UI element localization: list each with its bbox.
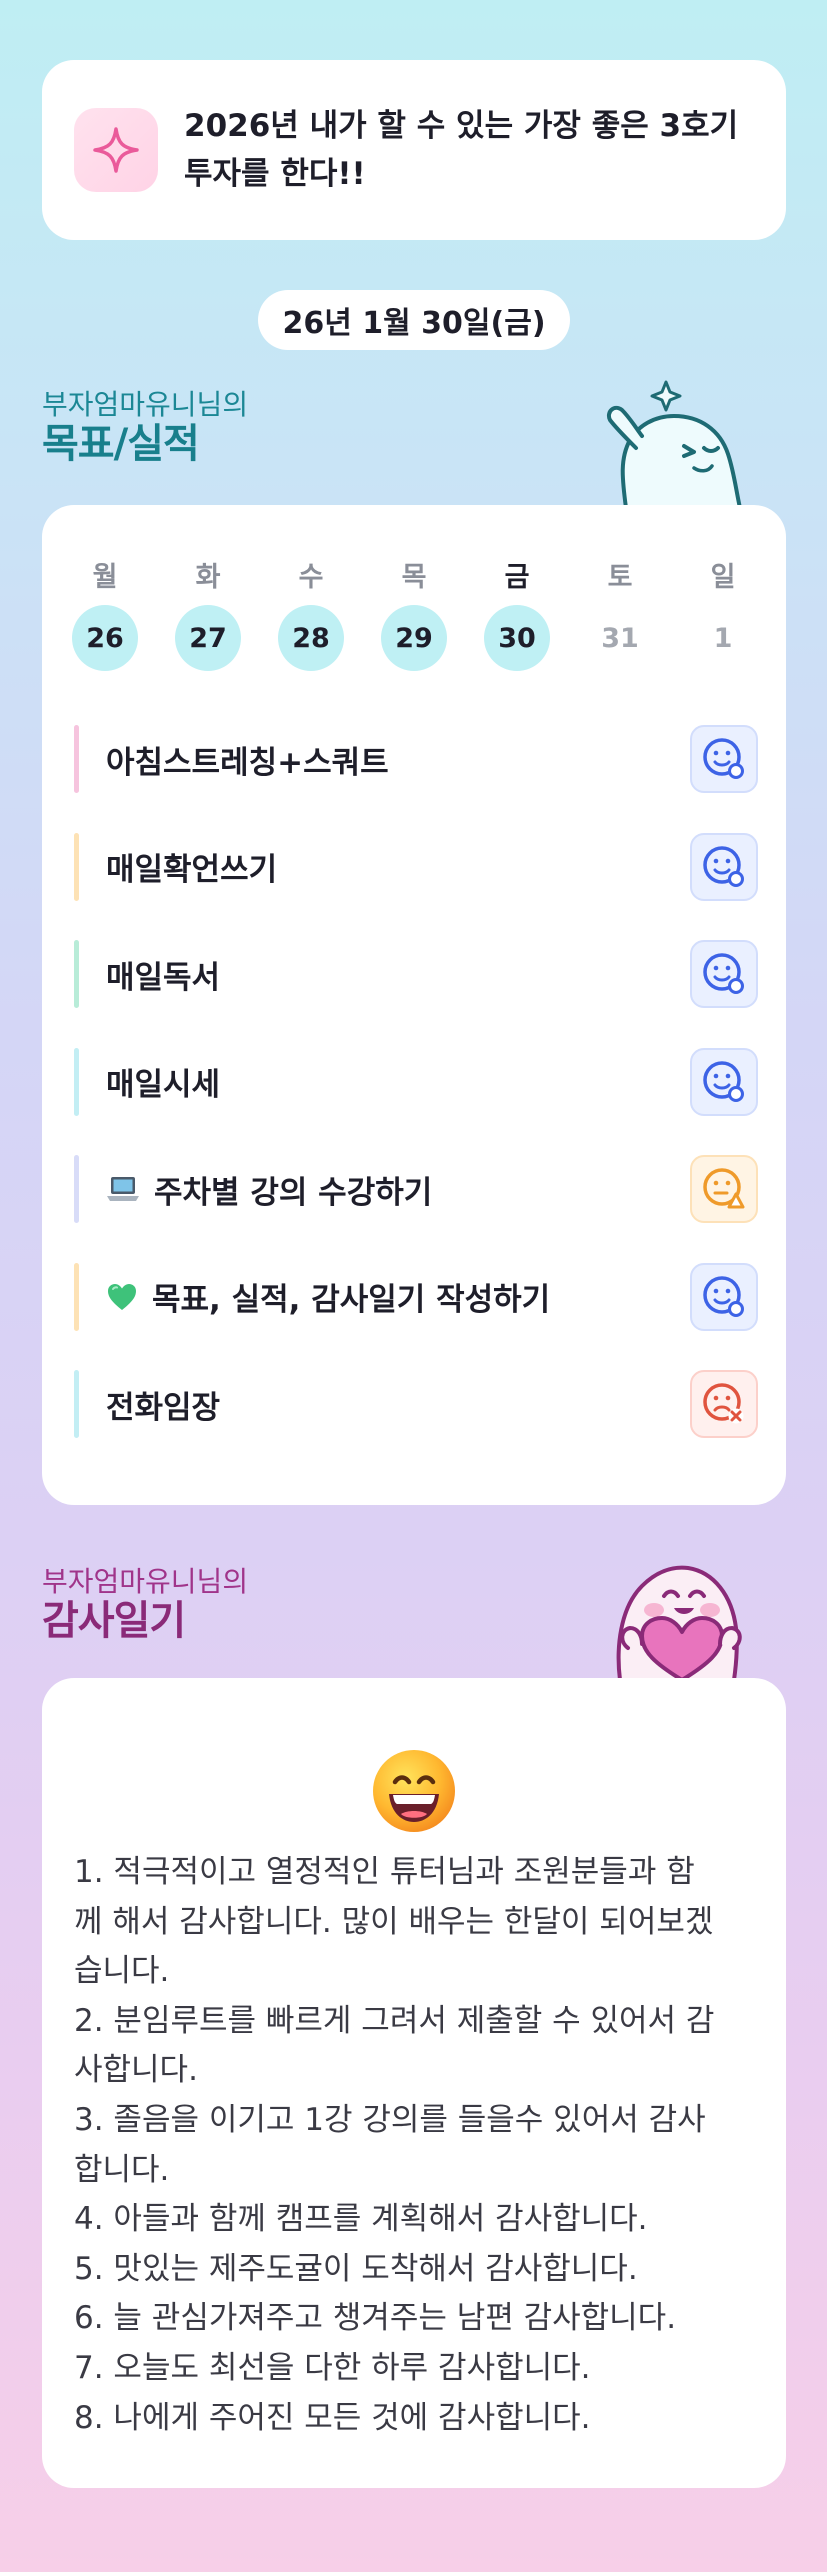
- gratitude-line: 4. 아들과 함께 캠프를 계획해서 감사합니다.: [74, 2201, 648, 2238]
- date-selector[interactable]: 26년 1월 30일(금): [258, 290, 570, 350]
- gratitude-line: 8. 나에게 주어진 모든 것에 감사합니다.: [74, 2399, 591, 2436]
- yearly-goal-text: 2026년 내가 할 수 있는 가장 좋은 3호기 투자를 한다!!: [184, 108, 739, 192]
- task-color-bar: [74, 1370, 79, 1438]
- grinning-face-icon: [371, 1748, 457, 1838]
- day-number: 29: [381, 605, 447, 671]
- gratitude-line: 합니다.: [74, 2151, 170, 2188]
- day-name: 수: [298, 562, 324, 593]
- day-name: 금: [504, 562, 530, 593]
- task-label-row: 주차별 강의 수강하기: [106, 1167, 432, 1212]
- task-color-bar: [74, 832, 79, 901]
- task-color-bar: [74, 725, 79, 793]
- goals-section-subtitle: 부자엄마유니님의: [42, 388, 249, 421]
- gratitude-section-title: 감사일기: [42, 1598, 186, 1644]
- day-name: 목: [401, 562, 427, 593]
- day-number: 31: [601, 622, 639, 654]
- status-warning-icon[interactable]: [690, 1155, 758, 1223]
- goals-section-title: 목표/실적: [42, 421, 200, 467]
- waving-mascot-icon: [607, 380, 743, 508]
- gratitude-section-subtitle: 부자엄마유니님의: [42, 1565, 249, 1598]
- day-thu[interactable]: 목 29: [381, 555, 447, 671]
- task-list: 아침스트레칭+스쿼트 매일확언쓰기 매일독서 매일시세 주차별 강의 수강하기 …: [74, 723, 758, 1476]
- task-item[interactable]: 매일확언쓰기: [74, 831, 758, 903]
- gratitude-section-heading: 부자엄마유니님의 감사일기: [42, 1565, 248, 1643]
- goals-card: 월 26 화 27 수 28 목 29 금 30 토 31 일 1 아침스트레칭…: [42, 505, 786, 1505]
- gratitude-line: 께 해서 감사합니다. 많이 배우는 한달이 되어보겠: [74, 1903, 714, 1940]
- status-good-icon[interactable]: [690, 940, 758, 1008]
- heart-mascot-icon: [616, 1565, 742, 1680]
- day-number: 26: [72, 605, 138, 671]
- status-good-icon[interactable]: [690, 1262, 758, 1331]
- day-sun[interactable]: 일 1: [690, 555, 756, 671]
- day-number: 30: [484, 605, 550, 671]
- gratitude-line: 사합니다.: [74, 2052, 198, 2089]
- task-item[interactable]: 아침스트레칭+스쿼트: [74, 723, 758, 795]
- day-number: 27: [175, 605, 241, 671]
- task-label-row: 목표, 실적, 감사일기 작성하기: [106, 1274, 550, 1319]
- status-good-icon[interactable]: [690, 1047, 758, 1116]
- task-item[interactable]: 주차별 강의 수강하기: [74, 1153, 758, 1225]
- gratitude-list: 1. 적극적이고 열정적인 튜터님과 조원분들과 함 께 해서 감사합니다. 많…: [74, 1848, 764, 2443]
- day-number: 1: [713, 622, 733, 654]
- gratitude-line: 5. 맛있는 제주도귤이 도착해서 감사합니다.: [74, 2250, 638, 2287]
- yearly-goal-card: 2026년 내가 할 수 있는 가장 좋은 3호기 투자를 한다!!: [42, 60, 786, 240]
- day-name: 일: [710, 562, 736, 593]
- laptop-icon: [106, 1174, 140, 1204]
- green-heart-icon: [106, 1282, 138, 1312]
- task-label: 목표, 실적, 감사일기 작성하기: [152, 1282, 551, 1318]
- day-wed[interactable]: 수 28: [278, 555, 344, 671]
- day-name: 월: [92, 562, 118, 593]
- task-color-bar: [74, 1155, 79, 1223]
- day-fri[interactable]: 금 30: [484, 555, 550, 671]
- gratitude-line: 6. 늘 관심가져주고 챙겨주는 남편 감사합니다.: [74, 2300, 677, 2337]
- day-sat[interactable]: 토 31: [587, 555, 653, 671]
- gratitude-card: 1. 적극적이고 열정적인 튜터님과 조원분들과 함 께 해서 감사합니다. 많…: [42, 1678, 786, 2488]
- task-item[interactable]: 전화임장: [74, 1368, 758, 1440]
- task-item[interactable]: 매일독서: [74, 938, 758, 1010]
- task-label: 매일확언쓰기: [106, 852, 278, 888]
- day-mon[interactable]: 월 26: [72, 555, 138, 671]
- gratitude-line: 3. 졸음을 이기고 1강 강의를 들을수 있어서 감사: [74, 2101, 706, 2138]
- gratitude-line: 2. 분임루트를 빠르게 그려서 제출할 수 있어서 감: [74, 2002, 715, 2039]
- task-label: 전화임장: [106, 1389, 221, 1426]
- day-name: 토: [607, 562, 633, 593]
- task-label: 아침스트레칭+스쿼트: [106, 744, 389, 781]
- day-name: 화: [195, 562, 221, 593]
- sparkle-icon: [74, 108, 158, 192]
- gratitude-line: 습니다.: [74, 1953, 170, 1990]
- status-good-icon[interactable]: [690, 725, 758, 793]
- goals-section-heading: 부자엄마유니님의 목표/실적: [42, 388, 248, 466]
- gratitude-line: 1. 적극적이고 열정적인 튜터님과 조원분들과 함: [74, 1854, 695, 1890]
- day-tue[interactable]: 화 27: [175, 555, 241, 671]
- day-number: 28: [278, 605, 344, 671]
- task-item[interactable]: 매일시세: [74, 1046, 758, 1118]
- task-color-bar: [74, 1047, 79, 1116]
- task-color-bar: [74, 1262, 79, 1331]
- status-fail-icon[interactable]: [690, 1370, 758, 1438]
- task-label: 매일독서: [106, 959, 221, 996]
- week-calendar: 월 26 화 27 수 28 목 29 금 30 토 31 일 1: [72, 555, 756, 671]
- task-item[interactable]: 목표, 실적, 감사일기 작성하기: [74, 1261, 758, 1333]
- task-color-bar: [74, 940, 79, 1008]
- task-label: 주차별 강의 수강하기: [154, 1174, 433, 1211]
- gratitude-line: 7. 오늘도 최선을 다한 하루 감사합니다.: [74, 2349, 591, 2386]
- status-good-icon[interactable]: [690, 832, 758, 901]
- task-label: 매일시세: [106, 1067, 221, 1103]
